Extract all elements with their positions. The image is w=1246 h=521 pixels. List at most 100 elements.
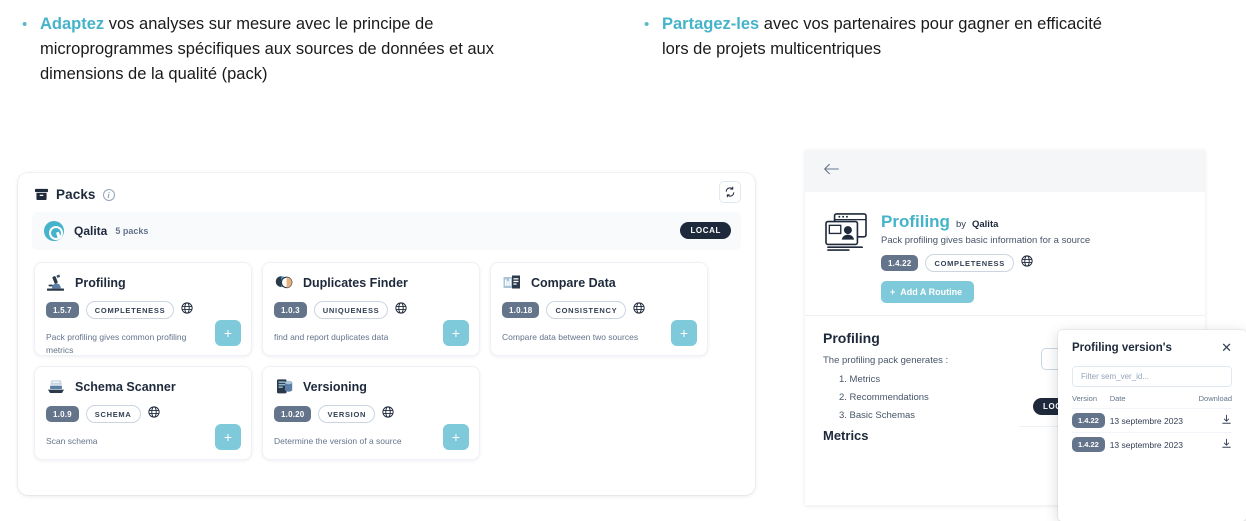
vendor-pack-count: 5 packs bbox=[115, 226, 149, 236]
table-row[interactable]: 1.4.22 13 septembre 2023 bbox=[1072, 408, 1232, 433]
body-list: 1. Metrics 2. Recommendations 3. Basic S… bbox=[823, 374, 1019, 421]
packs-panel: Packs i Qalita 5 packs LOCAL Profiling 1… bbox=[18, 173, 755, 495]
body-heading: Profiling bbox=[823, 330, 880, 346]
pack-card-description: Pack profiling gives common profiling me… bbox=[46, 332, 187, 355]
globe-icon bbox=[382, 405, 394, 423]
pack-card-badges: 1.5.7 COMPLETENESS bbox=[46, 301, 240, 319]
pack-card-name: Profiling bbox=[75, 275, 126, 290]
body-intro: The profiling pack generates : bbox=[823, 355, 949, 366]
version-badge: 1.4.22 bbox=[1072, 413, 1105, 428]
pack-card-header: Compare Data bbox=[502, 273, 696, 292]
add-pack-button[interactable]: + bbox=[671, 320, 697, 346]
globe-icon bbox=[147, 405, 160, 423]
bullet-highlight: Partagez-les bbox=[662, 15, 760, 33]
version-filter-placeholder: Filter sem_ver_id... bbox=[1081, 372, 1150, 381]
globe-icon bbox=[633, 301, 645, 319]
version-badge[interactable]: 1.0.18 bbox=[502, 302, 540, 318]
version-filter-input[interactable]: Filter sem_ver_id... bbox=[1072, 366, 1232, 387]
add-pack-button[interactable]: + bbox=[443, 320, 469, 346]
pack-card-badges: 1.0.18 CONSISTENCY bbox=[502, 301, 696, 319]
packs-box-icon bbox=[34, 187, 49, 202]
cell-date: 13 septembre 2023 bbox=[1109, 408, 1194, 433]
pack-card-header: Versioning bbox=[274, 377, 468, 396]
cell-date: 13 septembre 2023 bbox=[1109, 432, 1194, 456]
pack-card-badges: 1.0.20 VERSION bbox=[274, 405, 468, 423]
bullet-body: vos analyses sur mesure avec le principe… bbox=[40, 15, 494, 83]
vendor-name: Qalita bbox=[74, 224, 108, 238]
column-header-version: Version bbox=[1072, 394, 1098, 403]
detail-topbar bbox=[805, 150, 1205, 192]
pack-detail-version-badge[interactable]: 1.4.22 bbox=[881, 255, 919, 271]
dimension-badge: CONSISTENCY bbox=[546, 301, 627, 319]
pack-card-schema-scanner[interactable]: Schema Scanner 1.0.9 SCHEMA Scan schema … bbox=[34, 366, 252, 460]
pack-card-name: Versioning bbox=[303, 379, 367, 394]
pack-card-profiling[interactable]: Profiling 1.5.7 COMPLETENESS Pack profil… bbox=[34, 262, 252, 356]
pack-detail-subtitle: Pack profiling gives basic information f… bbox=[881, 235, 1091, 246]
vendor-local-badge: LOCAL bbox=[680, 222, 731, 239]
refresh-icon bbox=[725, 186, 735, 198]
versions-table: Version Date Download 1.4.22 13 septembr… bbox=[1072, 394, 1232, 456]
pack-card-name: Schema Scanner bbox=[75, 379, 176, 394]
versions-dialog-header: Profiling version's ✕ bbox=[1072, 341, 1232, 354]
cell-download[interactable] bbox=[1193, 408, 1232, 433]
add-routine-label: Add A Routine bbox=[900, 287, 963, 297]
bullet-item-partagez: • Partagez-les avec vos partenaires pour… bbox=[640, 12, 1120, 62]
slide-root: • Adaptez vos analyses sur mesure avec l… bbox=[0, 0, 1246, 521]
version-badge[interactable]: 1.0.20 bbox=[274, 406, 312, 422]
pack-card-description: Compare data between two sources bbox=[502, 332, 639, 342]
back-arrow-icon[interactable] bbox=[823, 162, 840, 181]
globe-icon bbox=[1021, 254, 1033, 272]
qalita-logo-icon bbox=[44, 221, 64, 241]
pack-detail-vendor: Qalita bbox=[972, 219, 999, 230]
version-badge: 1.4.22 bbox=[1072, 437, 1105, 452]
info-icon[interactable]: i bbox=[102, 188, 115, 201]
dimension-badge: COMPLETENESS bbox=[85, 301, 175, 319]
dimension-badge: VERSION bbox=[318, 405, 376, 423]
pack-card-description: Scan schema bbox=[46, 436, 98, 446]
version-badge[interactable]: 1.5.7 bbox=[46, 302, 79, 318]
pack-card-name: Duplicates Finder bbox=[303, 275, 408, 290]
download-icon[interactable] bbox=[1221, 438, 1232, 451]
bullet-marker-icon: • bbox=[644, 16, 650, 33]
database-icon bbox=[274, 377, 294, 396]
pack-card-badges: 1.0.9 SCHEMA bbox=[46, 405, 240, 423]
cell-download[interactable] bbox=[1193, 432, 1232, 456]
bullet-text: Partagez-les avec vos partenaires pour g… bbox=[662, 12, 1120, 62]
cell-version: 1.4.22 bbox=[1072, 408, 1110, 433]
pack-card-description: find and report duplicates data bbox=[274, 332, 389, 342]
pack-window-person-icon bbox=[823, 212, 869, 257]
add-pack-button[interactable]: + bbox=[215, 424, 241, 450]
packs-grid: Profiling 1.5.7 COMPLETENESS Pack profil… bbox=[18, 250, 755, 474]
add-routine-button[interactable]: + Add A Routine bbox=[881, 281, 975, 303]
globe-icon bbox=[181, 301, 193, 319]
versions-dialog-title: Profiling version's bbox=[1072, 342, 1172, 354]
pack-detail-by-label: by bbox=[955, 219, 966, 230]
compare-chart-icon bbox=[502, 273, 522, 292]
pack-card-badges: 1.0.3 UNIQUENESS bbox=[274, 301, 468, 319]
table-row[interactable]: 1.4.22 13 septembre 2023 bbox=[1072, 432, 1232, 456]
column-header-date: Date bbox=[1109, 394, 1126, 403]
cell-version: 1.4.22 bbox=[1072, 432, 1110, 456]
refresh-button[interactable] bbox=[719, 181, 741, 203]
list-item: 3. Basic Schemas bbox=[839, 410, 916, 421]
list-item: 1. Metrics bbox=[839, 374, 881, 385]
duplicates-pie-icon bbox=[274, 273, 294, 292]
bullet-marker-icon: • bbox=[22, 16, 28, 33]
add-pack-button[interactable]: + bbox=[215, 320, 241, 346]
pack-card-compare-data[interactable]: Compare Data 1.0.18 CONSISTENCY Compare … bbox=[490, 262, 708, 356]
body-subheading: Metrics bbox=[823, 428, 869, 443]
vendor-row-qalita[interactable]: Qalita 5 packs LOCAL bbox=[32, 212, 741, 250]
version-badge[interactable]: 1.0.3 bbox=[274, 302, 307, 318]
versions-dialog: Profiling version's ✕ Filter sem_ver_id.… bbox=[1058, 330, 1246, 521]
pack-card-versioning[interactable]: Versioning 1.0.20 VERSION Determine the … bbox=[262, 366, 480, 460]
add-pack-button[interactable]: + bbox=[443, 424, 469, 450]
microscope-icon bbox=[46, 273, 66, 292]
pack-card-header: Schema Scanner bbox=[46, 377, 240, 396]
close-icon[interactable]: ✕ bbox=[1221, 341, 1232, 354]
pack-card-name: Compare Data bbox=[531, 275, 616, 290]
plus-icon: + bbox=[890, 287, 896, 297]
pack-card-duplicates-finder[interactable]: Duplicates Finder 1.0.3 UNIQUENESS find … bbox=[262, 262, 480, 356]
version-badge[interactable]: 1.0.9 bbox=[46, 406, 79, 422]
bullet-list: • Adaptez vos analyses sur mesure avec l… bbox=[0, 0, 1246, 140]
download-icon[interactable] bbox=[1221, 414, 1232, 427]
